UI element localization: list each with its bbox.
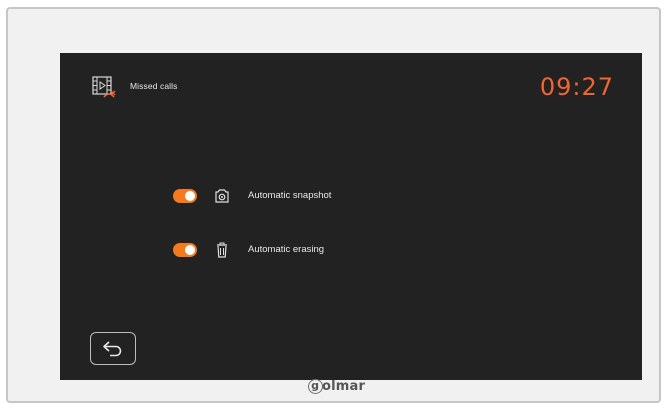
setting-label: Automatic erasing — [248, 244, 325, 255]
intercom-monitor-frame: Missed calls 09:27 Automatic snapshot Au… — [6, 7, 661, 403]
golmar-logo: g olmar — [308, 378, 388, 398]
camera-icon — [214, 187, 230, 205]
logo-badge: g — [308, 379, 323, 394]
automatic-erasing-toggle[interactable] — [173, 243, 197, 257]
back-arrow-icon — [103, 341, 122, 357]
logo-wordmark: olmar — [322, 379, 366, 394]
setting-automatic-snapshot: Automatic snapshot — [173, 187, 393, 207]
setting-automatic-erasing: Automatic erasing — [173, 241, 393, 261]
missed-calls-video-icon — [91, 76, 119, 100]
toggle-knob — [185, 245, 195, 255]
toggle-knob — [185, 191, 195, 201]
back-button[interactable] — [90, 332, 136, 365]
trash-icon — [214, 241, 230, 259]
setting-label: Automatic snapshot — [248, 190, 332, 201]
clock: 09:27 — [539, 73, 614, 101]
page-title: Missed calls — [130, 81, 178, 91]
screen: Missed calls 09:27 Automatic snapshot Au… — [60, 53, 642, 380]
automatic-snapshot-toggle[interactable] — [173, 189, 197, 203]
